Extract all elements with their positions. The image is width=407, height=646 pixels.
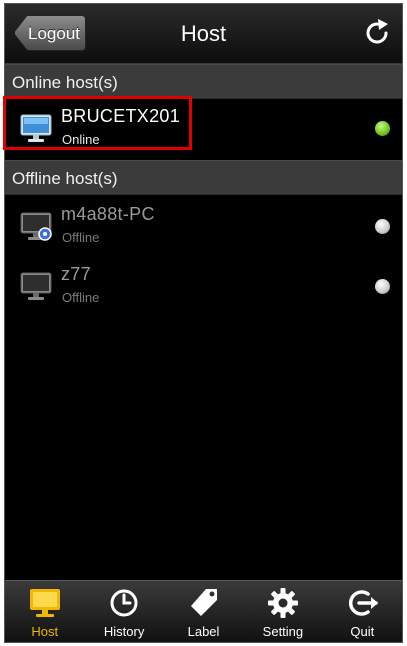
tab-label: Quit bbox=[350, 624, 375, 639]
offline-hosts-header: Offline host(s) bbox=[5, 160, 402, 195]
offline-status-indicator bbox=[375, 279, 390, 294]
tab-setting[interactable]: Setting bbox=[243, 581, 322, 642]
monitor-offline-icon bbox=[20, 272, 52, 300]
tab-quit[interactable]: Quit bbox=[323, 581, 402, 642]
monitor-offline-icon bbox=[20, 212, 52, 241]
tab-label[interactable]: Label bbox=[164, 581, 243, 642]
host-row-m4a88t-pc[interactable]: m4a88t-PC Offline bbox=[5, 197, 402, 255]
page-title: Host bbox=[180, 21, 227, 46]
header-bar: Logout Host bbox=[5, 4, 402, 64]
monitor-icon bbox=[29, 589, 60, 617]
refresh-icon[interactable] bbox=[362, 18, 392, 48]
highlight-box bbox=[3, 96, 192, 150]
online-status-indicator bbox=[375, 121, 390, 136]
clock-icon bbox=[110, 589, 138, 617]
tab-history[interactable]: History bbox=[84, 581, 163, 642]
tab-label: History bbox=[103, 624, 145, 639]
host-name: z77 bbox=[61, 264, 91, 284]
tab-host[interactable]: Host bbox=[5, 581, 84, 642]
offline-status-indicator bbox=[375, 219, 390, 234]
host-name: m4a88t-PC bbox=[61, 204, 155, 224]
online-hosts-header: Online host(s) bbox=[5, 64, 402, 99]
tab-label: Host bbox=[31, 624, 59, 639]
tab-label: Label bbox=[187, 624, 220, 639]
host-row-z77[interactable]: z77 Offline bbox=[5, 257, 402, 315]
tab-label: Setting bbox=[262, 624, 304, 639]
exit-icon bbox=[349, 590, 379, 616]
host-status: Offline bbox=[62, 290, 100, 305]
gear-icon bbox=[267, 588, 298, 618]
bottom-tab-bar: Host History Label Setting Quit bbox=[5, 580, 402, 642]
host-status: Offline bbox=[62, 230, 100, 245]
tag-icon bbox=[190, 589, 217, 616]
